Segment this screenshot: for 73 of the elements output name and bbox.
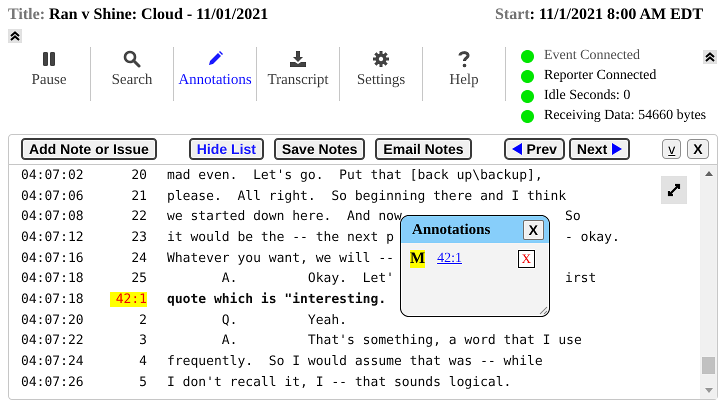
toolbar-button[interactable]: Search [91, 47, 174, 101]
toolbar-button[interactable]: Transcript [257, 47, 340, 101]
download-icon [288, 49, 308, 69]
transcript-text: Q. Yeah. [220, 312, 348, 328]
transcript-text: So [565, 209, 581, 224]
line-number: 20 [130, 168, 147, 183]
collapse-icon[interactable] [703, 50, 717, 64]
timestamp: 04:07:26 [21, 374, 85, 390]
annotation-marker: M [410, 250, 426, 268]
transcript-text: quote which is "interesting. [167, 292, 386, 307]
expand-icon[interactable] [661, 176, 687, 204]
line-number: 25 [130, 271, 147, 286]
status-text: Event Connected [544, 48, 640, 64]
timestamp: 04:07:08 [21, 209, 85, 224]
scrollbar[interactable] [700, 165, 717, 399]
event-title: Title: Ran v Shine: Cloud - 11/01/2021 [8, 6, 268, 24]
transcript-text: frequently. So I would assume that was -- while [167, 354, 543, 370]
close-button[interactable]: X [522, 220, 544, 240]
next-button[interactable]: Next [568, 138, 630, 160]
toolbar-button[interactable]: Annotations [174, 47, 257, 101]
status-text: Idle Seconds: 0 [544, 88, 630, 104]
prev-button[interactable]: Prev [504, 138, 565, 160]
line-number: 3 [138, 333, 147, 348]
toolbar-button[interactable]: Help [423, 47, 506, 101]
line-number: 24 [130, 250, 147, 266]
transcript-text: A. That's something, a word that I use [220, 333, 582, 348]
action-button[interactable]: X [687, 139, 709, 159]
line-number: 23 [130, 230, 147, 245]
transcript-text: we started down here. And now [167, 209, 402, 224]
transcript-text: irst [565, 271, 596, 286]
toolbar-button[interactable]: Pause [8, 47, 91, 101]
popup-title: Annotations [412, 222, 490, 238]
action-button[interactable]: Hide List [188, 138, 264, 160]
timestamp: 04:07:12 [21, 230, 85, 245]
line-number: 2 [138, 312, 147, 328]
resize-grip-icon[interactable] [538, 305, 548, 315]
line-number: 5 [138, 374, 147, 390]
transcript-text: - okay. [565, 230, 620, 245]
toolbar-button[interactable]: Settings [340, 47, 423, 101]
settings-icon [371, 49, 391, 69]
timestamp: 04:07:18 [21, 271, 85, 286]
timestamp: 04:07:18 [21, 292, 85, 307]
search-icon [122, 49, 142, 69]
scrollbar-thumb[interactable] [702, 357, 715, 374]
transcript-text: Whatever you want, we will -- [167, 250, 394, 266]
start-time: Start: 11/1/2021 8:00 AM EDT [495, 6, 703, 24]
action-button[interactable]: Save Notes [274, 138, 366, 160]
timestamp: 04:07:22 [21, 333, 85, 348]
timestamp: 04:07:06 [21, 188, 85, 204]
delete-button[interactable]: X [518, 250, 535, 268]
collapse-icon[interactable] [8, 29, 22, 43]
transcript-text: please. All right. So beginning there and I think [167, 188, 566, 204]
annotation-link[interactable]: 42:1 [437, 251, 462, 267]
transcript-text: I don't recall it, I -- that sounds logical. [167, 374, 512, 390]
transcript-text: A. Okay. Let' [220, 271, 394, 286]
line-number: 42:1 [110, 292, 147, 307]
timestamp: 04:07:02 [21, 168, 85, 183]
action-button[interactable]: Add Note or Issue [21, 138, 157, 160]
line-number: 22 [130, 209, 147, 224]
transcript-text: it would be the -- the next p [167, 230, 394, 245]
scroll-up-icon[interactable] [704, 170, 712, 176]
transcript-text: mad even. Let's go. Put that [back up\backup], [167, 168, 543, 183]
line-number: 4 [138, 354, 147, 370]
status-text: Reporter Connected [544, 68, 656, 84]
timestamp: 04:07:20 [21, 312, 85, 328]
timestamp: 04:07:16 [21, 250, 85, 266]
line-number: 21 [130, 188, 147, 204]
timestamp: 04:07:24 [21, 354, 85, 370]
right-triangle-icon [612, 143, 622, 155]
status-text: Receiving Data: 54660 bytes [544, 108, 706, 124]
action-button[interactable]: v [662, 139, 682, 159]
left-triangle-icon [512, 143, 522, 155]
action-button[interactable]: Email Notes [375, 138, 472, 160]
